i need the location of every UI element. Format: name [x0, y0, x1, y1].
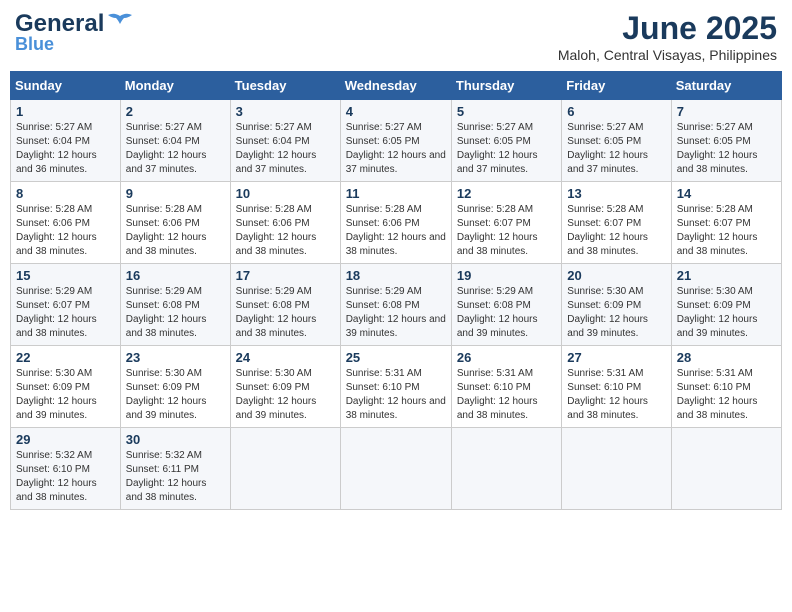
header-thursday: Thursday	[451, 72, 561, 100]
logo-bird-icon	[106, 10, 134, 38]
day-29: 29 Sunrise: 5:32 AMSunset: 6:10 PMDaylig…	[11, 428, 121, 510]
week-row-4: 22 Sunrise: 5:30 AMSunset: 6:09 PMDaylig…	[11, 346, 782, 428]
day-30: 30 Sunrise: 5:32 AMSunset: 6:11 PMDaylig…	[120, 428, 230, 510]
day-15: 15 Sunrise: 5:29 AMSunset: 6:07 PMDaylig…	[11, 264, 121, 346]
week-row-3: 15 Sunrise: 5:29 AMSunset: 6:07 PMDaylig…	[11, 264, 782, 346]
header-friday: Friday	[562, 72, 671, 100]
day-4: 4 Sunrise: 5:27 AMSunset: 6:05 PMDayligh…	[340, 100, 451, 182]
day-9: 9 Sunrise: 5:28 AMSunset: 6:06 PMDayligh…	[120, 182, 230, 264]
day-7: 7 Sunrise: 5:27 AMSunset: 6:05 PMDayligh…	[671, 100, 781, 182]
empty-cell-3	[451, 428, 561, 510]
day-11: 11 Sunrise: 5:28 AMSunset: 6:06 PMDaylig…	[340, 182, 451, 264]
header-saturday: Saturday	[671, 72, 781, 100]
day-18: 18 Sunrise: 5:29 AMSunset: 6:08 PMDaylig…	[340, 264, 451, 346]
day-10: 10 Sunrise: 5:28 AMSunset: 6:06 PMDaylig…	[230, 182, 340, 264]
empty-cell-5	[671, 428, 781, 510]
empty-cell-2	[340, 428, 451, 510]
month-title: June 2025	[558, 10, 777, 47]
day-24: 24 Sunrise: 5:30 AMSunset: 6:09 PMDaylig…	[230, 346, 340, 428]
title-block: June 2025 Maloh, Central Visayas, Philip…	[558, 10, 777, 63]
page-header: General Blue June 2025 Maloh, Central Vi…	[10, 10, 782, 63]
day-21: 21 Sunrise: 5:30 AMSunset: 6:09 PMDaylig…	[671, 264, 781, 346]
day-5: 5 Sunrise: 5:27 AMSunset: 6:05 PMDayligh…	[451, 100, 561, 182]
location: Maloh, Central Visayas, Philippines	[558, 47, 777, 63]
empty-cell-1	[230, 428, 340, 510]
empty-cell-4	[562, 428, 671, 510]
logo: General Blue	[15, 10, 134, 55]
day-16: 16 Sunrise: 5:29 AMSunset: 6:08 PMDaylig…	[120, 264, 230, 346]
day-28: 28 Sunrise: 5:31 AMSunset: 6:10 PMDaylig…	[671, 346, 781, 428]
week-row-2: 8 Sunrise: 5:28 AMSunset: 6:06 PMDayligh…	[11, 182, 782, 264]
header-monday: Monday	[120, 72, 230, 100]
day-17: 17 Sunrise: 5:29 AMSunset: 6:08 PMDaylig…	[230, 264, 340, 346]
day-3: 3 Sunrise: 5:27 AMSunset: 6:04 PMDayligh…	[230, 100, 340, 182]
day-20: 20 Sunrise: 5:30 AMSunset: 6:09 PMDaylig…	[562, 264, 671, 346]
day-22: 22 Sunrise: 5:30 AMSunset: 6:09 PMDaylig…	[11, 346, 121, 428]
day-27: 27 Sunrise: 5:31 AMSunset: 6:10 PMDaylig…	[562, 346, 671, 428]
day-8: 8 Sunrise: 5:28 AMSunset: 6:06 PMDayligh…	[11, 182, 121, 264]
day-6: 6 Sunrise: 5:27 AMSunset: 6:05 PMDayligh…	[562, 100, 671, 182]
weekday-header-row: Sunday Monday Tuesday Wednesday Thursday…	[11, 72, 782, 100]
header-tuesday: Tuesday	[230, 72, 340, 100]
week-row-5: 29 Sunrise: 5:32 AMSunset: 6:10 PMDaylig…	[11, 428, 782, 510]
day-1: 1 Sunrise: 5:27 AMSunset: 6:04 PMDayligh…	[11, 100, 121, 182]
calendar-table: Sunday Monday Tuesday Wednesday Thursday…	[10, 71, 782, 510]
day-13: 13 Sunrise: 5:28 AMSunset: 6:07 PMDaylig…	[562, 182, 671, 264]
header-wednesday: Wednesday	[340, 72, 451, 100]
header-sunday: Sunday	[11, 72, 121, 100]
day-12: 12 Sunrise: 5:28 AMSunset: 6:07 PMDaylig…	[451, 182, 561, 264]
day-25: 25 Sunrise: 5:31 AMSunset: 6:10 PMDaylig…	[340, 346, 451, 428]
day-2: 2 Sunrise: 5:27 AMSunset: 6:04 PMDayligh…	[120, 100, 230, 182]
day-26: 26 Sunrise: 5:31 AMSunset: 6:10 PMDaylig…	[451, 346, 561, 428]
week-row-1: 1 Sunrise: 5:27 AMSunset: 6:04 PMDayligh…	[11, 100, 782, 182]
day-19: 19 Sunrise: 5:29 AMSunset: 6:08 PMDaylig…	[451, 264, 561, 346]
day-23: 23 Sunrise: 5:30 AMSunset: 6:09 PMDaylig…	[120, 346, 230, 428]
day-14: 14 Sunrise: 5:28 AMSunset: 6:07 PMDaylig…	[671, 182, 781, 264]
